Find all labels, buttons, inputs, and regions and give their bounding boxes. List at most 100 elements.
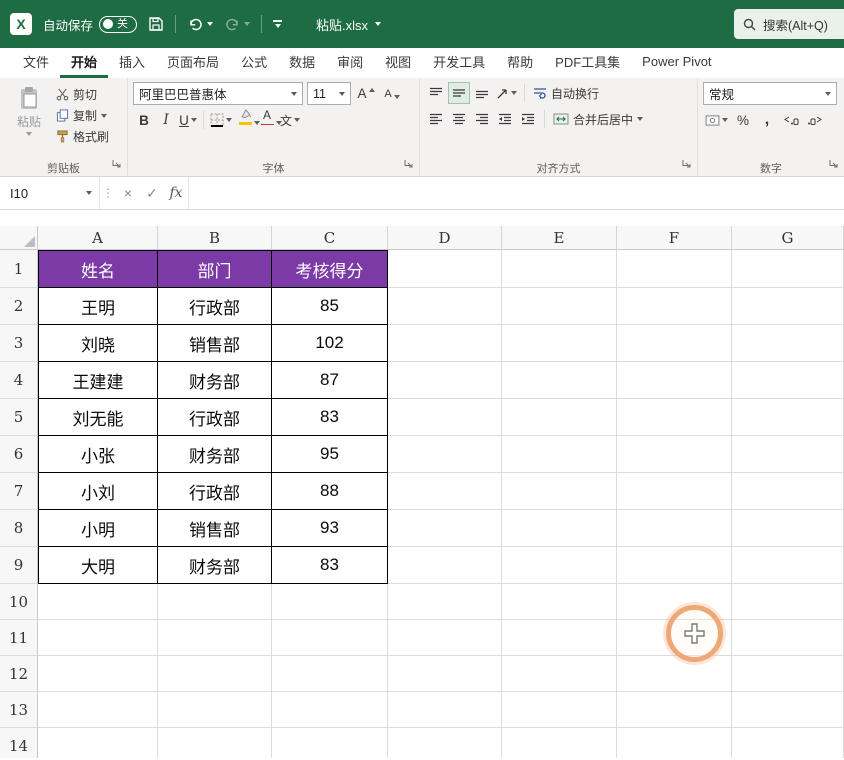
title-dropdown-icon[interactable] xyxy=(375,22,382,26)
underline-button[interactable]: U xyxy=(177,109,199,131)
cell[interactable] xyxy=(732,620,844,656)
cell[interactable] xyxy=(502,436,617,473)
cell-B3[interactable]: 销售部 xyxy=(158,325,272,362)
row-header-11[interactable]: 11 xyxy=(0,620,38,656)
row-header-9[interactable]: 9 xyxy=(0,547,38,584)
cell-C3[interactable]: 102 xyxy=(272,325,388,362)
cell-A6[interactable]: 小张 xyxy=(38,436,158,473)
cell[interactable] xyxy=(388,584,502,620)
grow-font-button[interactable]: A xyxy=(355,83,377,105)
cell-B6[interactable]: 财务部 xyxy=(158,436,272,473)
tab-home[interactable]: 开始 xyxy=(60,48,109,78)
cell[interactable] xyxy=(617,510,732,547)
row-header-8[interactable]: 8 xyxy=(0,510,38,547)
tab-pdf-tools[interactable]: PDF工具集 xyxy=(544,48,631,78)
cell[interactable] xyxy=(272,620,388,656)
cell[interactable] xyxy=(388,656,502,692)
row-header-6[interactable]: 6 xyxy=(0,436,38,473)
col-header-A[interactable]: A xyxy=(38,226,158,250)
cell[interactable] xyxy=(732,362,844,399)
cell[interactable] xyxy=(617,473,732,510)
autosave-toggle[interactable]: 自动保存 关 xyxy=(43,15,138,34)
confirm-entry-button[interactable]: ✓ xyxy=(140,177,164,209)
align-top-button[interactable] xyxy=(425,82,447,104)
formula-input[interactable] xyxy=(188,177,844,209)
name-box-dropdown-icon[interactable] xyxy=(86,191,92,195)
cell-C8[interactable]: 93 xyxy=(272,510,388,547)
italic-button[interactable]: I xyxy=(155,109,177,131)
cell[interactable] xyxy=(502,620,617,656)
underline-dropdown-icon[interactable] xyxy=(190,118,197,122)
bold-button[interactable]: B xyxy=(133,109,155,131)
cell-C9[interactable]: 83 xyxy=(272,547,388,584)
row-header-7[interactable]: 7 xyxy=(0,473,38,510)
cell[interactable] xyxy=(732,692,844,728)
font-name-select[interactable]: 阿里巴巴普惠体 xyxy=(133,82,303,105)
name-box[interactable]: I10 xyxy=(0,177,100,209)
cut-button[interactable]: 剪切 xyxy=(53,84,112,105)
cell[interactable] xyxy=(158,692,272,728)
number-format-select[interactable]: 常规 xyxy=(703,82,837,105)
decrease-indent-button[interactable] xyxy=(494,108,516,130)
percent-style-button[interactable]: % xyxy=(732,109,754,131)
cell[interactable] xyxy=(502,692,617,728)
cell[interactable] xyxy=(732,436,844,473)
col-header-C[interactable]: C xyxy=(272,226,388,250)
cell-A9[interactable]: 大明 xyxy=(38,547,158,584)
cell-B2[interactable]: 行政部 xyxy=(158,288,272,325)
tab-file[interactable]: 文件 xyxy=(12,48,60,78)
col-header-E[interactable]: E xyxy=(502,226,617,250)
cell[interactable] xyxy=(272,728,388,758)
cell[interactable] xyxy=(388,288,502,325)
cell[interactable] xyxy=(732,399,844,436)
cell-B9[interactable]: 财务部 xyxy=(158,547,272,584)
font-color-button[interactable]: A xyxy=(256,109,282,131)
cell[interactable] xyxy=(158,656,272,692)
clipboard-dialog-launcher[interactable] xyxy=(112,155,121,173)
cell[interactable] xyxy=(502,362,617,399)
save-button[interactable] xyxy=(148,16,164,32)
tab-formulas[interactable]: 公式 xyxy=(230,48,278,78)
cell[interactable] xyxy=(388,362,502,399)
insert-function-button[interactable]: fx xyxy=(164,177,188,209)
cell[interactable] xyxy=(617,399,732,436)
align-left-button[interactable] xyxy=(425,108,447,130)
borders-button[interactable] xyxy=(208,109,234,131)
number-dialog-launcher[interactable] xyxy=(829,155,838,173)
align-middle-button[interactable] xyxy=(448,82,470,104)
cell[interactable] xyxy=(732,547,844,584)
decrease-decimal-button[interactable] xyxy=(804,109,826,131)
cell-A1[interactable]: 姓名 xyxy=(38,250,158,288)
cell[interactable] xyxy=(617,692,732,728)
cell[interactable] xyxy=(617,728,732,758)
row-header-2[interactable]: 2 xyxy=(0,288,38,325)
copy-dropdown-icon[interactable] xyxy=(101,113,108,118)
increase-decimal-button[interactable] xyxy=(780,109,802,131)
cell[interactable] xyxy=(732,325,844,362)
cell[interactable] xyxy=(617,436,732,473)
row-header-5[interactable]: 5 xyxy=(0,399,38,436)
cell[interactable] xyxy=(388,692,502,728)
tab-developer[interactable]: 开发工具 xyxy=(422,48,496,78)
cell[interactable] xyxy=(617,288,732,325)
tab-review[interactable]: 审阅 xyxy=(326,48,374,78)
orientation-dropdown-icon[interactable] xyxy=(511,91,517,95)
cell-C1[interactable]: 考核得分 xyxy=(272,250,388,288)
cell-B1[interactable]: 部门 xyxy=(158,250,272,288)
cell-B8[interactable]: 销售部 xyxy=(158,510,272,547)
tab-page-layout[interactable]: 页面布局 xyxy=(156,48,230,78)
tab-help[interactable]: 帮助 xyxy=(496,48,544,78)
select-all-corner[interactable] xyxy=(0,226,38,250)
cell[interactable] xyxy=(272,656,388,692)
cell[interactable] xyxy=(158,620,272,656)
paste-button[interactable]: 粘贴 xyxy=(5,82,53,136)
paste-dropdown-icon[interactable] xyxy=(25,132,32,136)
phonetic-guide-button[interactable]: 文 xyxy=(278,109,302,131)
cell[interactable] xyxy=(38,656,158,692)
cell[interactable] xyxy=(388,510,502,547)
cell[interactable] xyxy=(388,250,502,288)
cancel-entry-button[interactable]: × xyxy=(116,177,140,209)
font-size-select[interactable]: 11 xyxy=(307,82,351,105)
search-box[interactable]: 搜索(Alt+Q) xyxy=(734,9,844,39)
merge-center-button[interactable]: 合并后居中 xyxy=(550,109,646,130)
